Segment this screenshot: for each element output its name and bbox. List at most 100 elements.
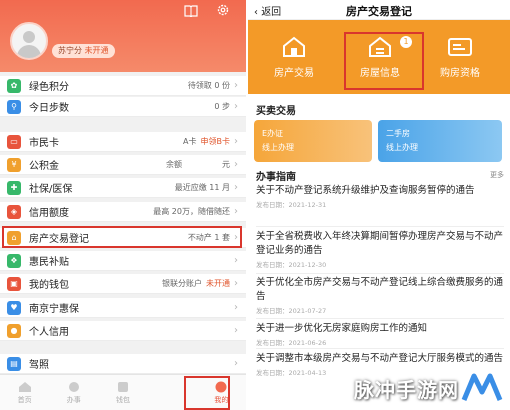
menu-item-steps[interactable]: ⚲ 今日步数 0 步 › (0, 97, 246, 117)
chevron-right-icon: › (234, 325, 238, 336)
nav-label: 购房资格 (440, 67, 480, 79)
section-title-trade: 买卖交易 (256, 106, 296, 117)
divider (256, 348, 504, 349)
menu-value: 0 步 (214, 102, 230, 111)
news-item[interactable]: 关于进一步优化无房家庭购房工作的通知 发布日期：2021-06-26 (256, 322, 504, 347)
card-title: 二手房 (386, 129, 410, 138)
chevron-right-icon: › (234, 80, 238, 91)
more-link[interactable]: 更多 (490, 170, 504, 180)
menu-value-highlight: 未开通 (206, 279, 230, 288)
user-credit-tag[interactable]: 苏宁分 未开通 (52, 44, 115, 58)
card-icon: ▭ (7, 134, 21, 149)
fund-icon: ¥ (7, 157, 21, 172)
card-second-hand-house[interactable]: 二手房 线上办理 (378, 120, 502, 162)
news-item[interactable]: 关于优化全市房产交易与不动产登记线上综合缴费服务的通告 发布日期：2021-07… (256, 276, 504, 315)
card-title: E办证 (262, 129, 284, 138)
notification-badge: 1 (400, 36, 412, 48)
menu-item-green-points[interactable]: ✿ 绿色积分 待领取 0 份 › (0, 76, 246, 96)
credit-label: 苏宁分 (58, 46, 82, 55)
chevron-right-icon: › (234, 136, 238, 147)
page-title: 房产交易登记 (346, 5, 412, 18)
menu-value-unit: 元 (222, 160, 230, 169)
leaf-icon: ✿ (7, 78, 21, 93)
news-title: 关于调整市本级房产交易与不动产登记大厅服务模式的通告 (256, 353, 504, 364)
book-icon[interactable] (184, 2, 198, 18)
divider (256, 226, 504, 227)
menu-item-driving-license[interactable]: ▤ 驾照 › (0, 354, 246, 374)
license-icon: ▤ (7, 356, 21, 371)
news-title: 关于不动产登记系统升级维护及查询服务暂停的通告 (256, 185, 475, 196)
chevron-right-icon: › (234, 182, 238, 193)
nav-highlight-box (344, 32, 424, 90)
menu-value: A卡 (183, 137, 197, 146)
subsidy-icon: ❖ (7, 253, 21, 268)
chevron-right-icon: › (234, 358, 238, 369)
nav-bar: ‹ 返回 房产交易登记 (248, 0, 510, 20)
menu-value: 余额 (166, 160, 182, 169)
news-date: 发布日期：2021-07-27 (256, 307, 327, 315)
news-date: 发布日期：2021-12-31 (256, 201, 327, 209)
person-icon: ● (7, 323, 21, 338)
left-screen: 苏宁分 未开通 ✿ 绿色积分 待领取 0 份 › ⚲ 今日步数 0 步 › ▭ … (0, 0, 246, 410)
house-trade-icon (283, 36, 305, 57)
wallet-icon: ▣ (7, 276, 21, 291)
walk-icon: ⚲ (7, 99, 21, 114)
profile-header: 苏宁分 未开通 (0, 0, 246, 72)
menu-item-ninghuibao[interactable]: ♥ 南京宁惠保 › (0, 298, 246, 318)
news-title: 关于全省税费收入年终决算期间暂停办理房产交易与不动产登记业务的通告 (256, 231, 504, 256)
nav-house-trade[interactable]: 房产交易 (254, 20, 334, 94)
menu-item-citizen-card[interactable]: ▭ 市民卡 A卡 申领B卡 › (0, 132, 246, 152)
selection-highlight (2, 226, 242, 248)
news-date: 发布日期：2021-06-26 (256, 339, 327, 347)
avatar[interactable] (10, 22, 48, 60)
tab-service[interactable]: 办事 (49, 375, 98, 410)
service-icon (68, 381, 79, 392)
chevron-right-icon: › (234, 101, 238, 112)
chevron-right-icon: › (234, 278, 238, 289)
news-title: 关于进一步优化无房家庭购房工作的通知 (256, 323, 428, 334)
menu-label: 今日步数 (29, 103, 69, 114)
divider (256, 318, 504, 319)
menu-item-housing-fund[interactable]: ¥ 公积金 余额 元 › (0, 155, 246, 175)
menu-label: 市民卡 (29, 138, 59, 149)
buy-qualify-icon (448, 37, 472, 56)
tab-selection-highlight (184, 376, 230, 410)
tab-home[interactable]: 首页 (0, 375, 49, 410)
divider (256, 273, 504, 274)
menu-label: 驾照 (29, 360, 49, 371)
menu-item-credit-limit[interactable]: ◈ 信用额度 最高 20万，随借随还 › (0, 202, 246, 222)
menu-value: 最高 20万，随借随还 (153, 207, 230, 216)
menu-item-subsidy[interactable]: ❖ 惠民补贴 › (0, 251, 246, 271)
card-e-certificate[interactable]: E办证 线上办理 (254, 120, 372, 162)
menu-label: 公积金 (29, 161, 59, 172)
menu-value: 待领取 0 份 (187, 81, 230, 90)
menu-item-wallet[interactable]: ▣ 我的钱包 银联分账户 未开通 › (0, 274, 246, 294)
right-screen: ‹ 返回 房产交易登记 房产交易 房屋信息 购房资格 1 买卖交易 E办证 线上… (248, 0, 510, 410)
section-title-guide: 办事指南 (256, 172, 296, 183)
chevron-right-icon: › (234, 206, 238, 217)
chevron-right-icon: › (234, 302, 238, 313)
credit-icon: ◈ (7, 204, 21, 219)
news-title: 关于优化全市房产交易与不动产登记线上综合缴费服务的通告 (256, 277, 504, 302)
menu-value: 银联分账户 (162, 279, 202, 288)
menu-label: 绿色积分 (29, 82, 69, 93)
nav-label: 房产交易 (274, 67, 314, 79)
watermark-text: 脉冲手游网 (354, 378, 459, 402)
credit-status: 未开通 (84, 46, 109, 55)
menu-label: 惠民补贴 (29, 257, 69, 268)
news-date: 发布日期：2021-12-30 (256, 261, 327, 269)
menu-label: 信用额度 (29, 208, 69, 219)
nav-buy-qualification[interactable]: 购房资格 (420, 20, 500, 94)
menu-item-personal-credit[interactable]: ● 个人信用 › (0, 321, 246, 341)
menu-label: 南京宁惠保 (29, 304, 79, 315)
card-subtitle: 线上办理 (386, 143, 418, 152)
watermark-logo-icon (461, 373, 503, 401)
news-item[interactable]: 关于不动产登记系统升级维护及查询服务暂停的通告 发布日期：2021-12-31 (256, 184, 504, 209)
menu-label: 个人信用 (29, 327, 69, 338)
menu-item-social-security[interactable]: ✚ 社保/医保 最近应缴 11 月 › (0, 178, 246, 198)
tab-wallet[interactable]: 钱包 (98, 375, 147, 410)
chevron-right-icon: › (234, 159, 238, 170)
gear-icon[interactable] (216, 2, 230, 16)
news-item[interactable]: 关于全省税费收入年终决算期间暂停办理房产交易与不动产登记业务的通告 发布日期：2… (256, 230, 504, 269)
blank-tab-icon (165, 386, 179, 398)
